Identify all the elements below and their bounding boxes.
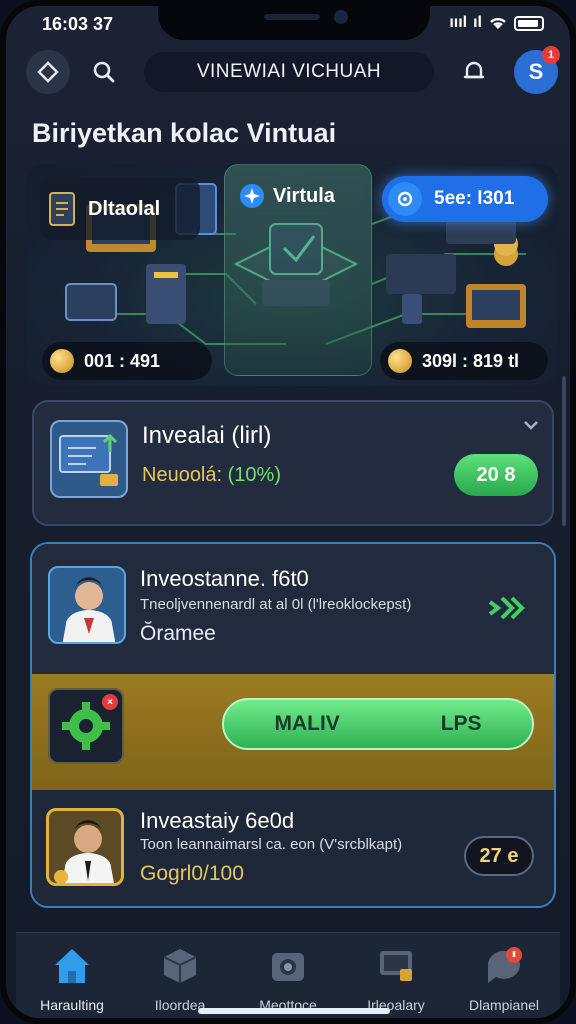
- card3-note: Gogrl0/100: [140, 862, 244, 885]
- coin-icon: [50, 349, 74, 373]
- hero-stat-right: 309l : 819 tl: [380, 342, 548, 380]
- alert-badge-icon: ×: [102, 694, 118, 710]
- phone-screen: 16:03 37 ıııl ıl VINEWIAI VICHUAH S 1 Bi…: [0, 0, 576, 1024]
- investment-card-3[interactable]: Inveastaiy 6e0d Toon leannaimarsl ca. eo…: [32, 790, 554, 906]
- person-icon: [62, 577, 116, 642]
- monitor-icon: [380, 951, 412, 981]
- card1-subtitle-prefix: Neuoolá:: [142, 464, 223, 486]
- card3-badge[interactable]: 27 e: [464, 836, 534, 876]
- primary-action-button[interactable]: MALIV LPS: [222, 698, 534, 750]
- double-arrow-icon[interactable]: [486, 594, 526, 622]
- settings-tile[interactable]: ×: [48, 688, 124, 764]
- hero-banner[interactable]: Dltaolal Virtula 5ee: l301 001 : 491 309…: [26, 164, 558, 386]
- primary-button-right-label: LPS: [440, 712, 482, 735]
- gear-cog-icon: [388, 182, 422, 216]
- hero-pill-label: 5ee: l301: [434, 188, 515, 209]
- status-bar: 16:03 37 ıııl ıl: [6, 6, 570, 46]
- notifications-button[interactable]: [452, 50, 496, 94]
- card1-percentage: (10%): [227, 464, 281, 486]
- card1-title: Invealai (lirl): [142, 422, 272, 449]
- chat-alert-icon: [487, 947, 522, 983]
- nav-item-cube[interactable]: Iloordea: [126, 943, 234, 1013]
- home-indicator[interactable]: [198, 1008, 390, 1014]
- nav-label-home: Haraulting: [40, 997, 104, 1013]
- status-time: 16:03 37: [42, 14, 114, 34]
- avatar-letter: S: [528, 59, 544, 84]
- hero-stat-left: 001 : 491: [42, 342, 212, 380]
- card1-action-button[interactable]: 20 8: [454, 454, 538, 496]
- hero-center-label: Virtula: [273, 184, 335, 207]
- document-icon: [49, 192, 75, 226]
- notification-badge: 1: [542, 46, 560, 64]
- camera-notch: [158, 6, 430, 40]
- investment-card-1[interactable]: Invealai (lirl) Neuoolá: (10%) 20 8: [32, 400, 554, 526]
- hero-center-panel[interactable]: Virtula: [224, 164, 372, 376]
- advisor-avatar: [48, 566, 126, 644]
- investment-card-group: Inveostanne. f6t0 Tneoljvennenardl at al…: [30, 542, 556, 908]
- speaker-grille: [264, 14, 320, 20]
- signal-icon: ıııl: [449, 14, 468, 31]
- coin-icon: [388, 349, 412, 373]
- status-icons: ıııl ıl: [449, 14, 544, 32]
- hero-balance-pill[interactable]: 5ee: l301: [382, 176, 548, 222]
- hero-dltaolal-card[interactable]: Dltaolal: [40, 178, 200, 240]
- nav-item-camera[interactable]: Meottoce: [234, 943, 342, 1013]
- card3-subtitle: Toon leannaimarsl ca. eon (V'srcblkapt): [140, 836, 403, 853]
- network-icon: ıl: [473, 14, 482, 31]
- advisor-avatar-2: [46, 808, 124, 886]
- search-icon: [93, 61, 115, 83]
- app-title[interactable]: VINEWIAI VICHUAH: [144, 52, 434, 92]
- battery-icon: [514, 15, 544, 31]
- top-app-bar: VINEWIAI VICHUAH S 1: [26, 46, 562, 98]
- card3-title: Inveastaiy 6e0d: [140, 808, 295, 833]
- card2-title: Inveostanne. f6t0: [140, 566, 309, 591]
- scrollbar[interactable]: [562, 376, 566, 526]
- laptop-plant-icon: [59, 433, 118, 486]
- bell-icon: [463, 61, 485, 79]
- card2-note: Ŏramee: [140, 622, 216, 645]
- promo-band: × MALIV LPS: [32, 674, 554, 790]
- wifi-icon: [490, 17, 506, 29]
- investment-card-2[interactable]: Inveostanne. f6t0 Tneoljvennenardl at al…: [32, 544, 554, 674]
- back-button[interactable]: [26, 50, 70, 94]
- nav-item-monitor[interactable]: Irleoalary: [342, 943, 450, 1013]
- nav-label-chat: Dlampianel: [468, 997, 540, 1013]
- camera-icon: [272, 953, 304, 981]
- home-icon: [55, 949, 89, 983]
- card1-subtitle: Neuoolá: (10%): [142, 464, 281, 487]
- profile-avatar-button[interactable]: S 1: [514, 46, 560, 94]
- primary-button-left-label: MALIV: [274, 712, 340, 735]
- cube-icon: [163, 949, 197, 983]
- search-button[interactable]: [82, 50, 126, 94]
- nav-item-home[interactable]: Haraulting: [18, 943, 126, 1013]
- chevron-down-icon[interactable]: [522, 418, 540, 432]
- hero-stat-right-value: 309l : 819 tl: [422, 350, 520, 371]
- person-icon: [54, 820, 114, 883]
- diamond-back-icon: [37, 61, 59, 83]
- hero-stat-left-value: 001 : 491: [84, 350, 161, 371]
- front-camera: [334, 10, 348, 24]
- page-heading: Biriyetkan kolac Vintuai: [32, 118, 337, 148]
- sparkle-icon: [240, 184, 264, 208]
- hero-left-label: Dltaolal: [88, 197, 161, 220]
- nav-item-chat[interactable]: Dlampianel: [450, 943, 558, 1013]
- card2-subtitle: Tneoljvennenardl at al 0l (l'lreoklockep…: [140, 596, 412, 613]
- card1-thumbnail: [50, 420, 128, 498]
